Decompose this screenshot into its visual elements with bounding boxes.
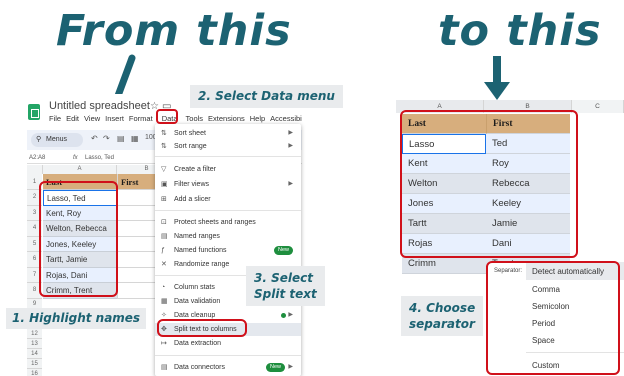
slicer-icon: ⊞ [161, 196, 167, 203]
menu-item-sort-range[interactable]: ⇅ Sort range ▶ [155, 140, 301, 153]
row-number[interactable]: 16 [27, 368, 42, 376]
menu-item-filter-views[interactable]: ▣ Filter views ▶ [155, 178, 301, 191]
menu-item-label: Column stats [174, 284, 215, 291]
row-number[interactable]: 12 [27, 328, 42, 339]
row-number[interactable]: 13 [27, 338, 42, 349]
step-2-callout: 2. Select Data menu [190, 85, 343, 108]
status-dot [281, 313, 286, 318]
menu-view[interactable]: View [84, 114, 100, 123]
sheets-logo-icon [28, 104, 40, 120]
menu-item-named-ranges[interactable]: ▤ Named ranges [155, 230, 301, 243]
redo-icon[interactable]: ↷ [103, 134, 110, 143]
step-3-callout: 3. Select Split text [246, 266, 325, 306]
menu-item-label: Data validation [174, 298, 221, 305]
column-header-blank [27, 165, 43, 174]
menu-item-label: Protect sheets and ranges [174, 219, 256, 226]
row-number[interactable]: 9 [27, 298, 42, 309]
lock-icon: ⊡ [161, 219, 167, 226]
chevron-right-icon: ▶ [288, 143, 293, 149]
cell-reference[interactable]: A2:A8 [29, 152, 45, 164]
menu-divider [155, 355, 301, 356]
menu-insert[interactable]: Insert [105, 114, 124, 123]
chevron-right-icon: ▶ [288, 364, 293, 370]
menu-item-label: Data connectors [174, 364, 225, 371]
function-icon: ƒ [161, 247, 165, 254]
filter-icon: ▽ [161, 166, 167, 173]
step-3-line-1: 3. Select [254, 271, 313, 285]
named-ranges-icon: ▤ [161, 233, 168, 240]
arrow-right [484, 56, 510, 100]
column-header-c[interactable]: C [572, 100, 624, 113]
chevron-right-icon: ▶ [288, 312, 293, 318]
print-icon[interactable]: ▤ [117, 134, 125, 143]
validation-icon: ▦ [161, 298, 168, 305]
paint-format-icon[interactable]: ▦ [131, 134, 139, 143]
fx-icon: fx [73, 155, 78, 161]
formula-value[interactable]: Lasso, Ted [85, 152, 114, 164]
highlight-names-outline [39, 181, 118, 297]
menu-item-protect-sheets[interactable]: ⊡ Protect sheets and ranges [155, 216, 301, 229]
menu-item-label: Filter views [174, 181, 210, 188]
menu-extensions[interactable]: Extensions [208, 114, 245, 123]
new-badge: New [273, 246, 293, 255]
highlight-separator-outline [486, 261, 620, 375]
new-badge: New [265, 363, 285, 372]
sort-range-icon: ⇅ [161, 143, 167, 150]
step-4-callout: 4. Choose separator [401, 296, 484, 336]
menu-item-label: Create a filter [174, 166, 217, 173]
column-header-a[interactable]: A [43, 165, 117, 174]
menu-item-label: Data cleanup [174, 312, 216, 319]
menu-edit[interactable]: Edit [66, 114, 79, 123]
highlight-split-text-outline [157, 319, 247, 337]
menu-item-data-connectors[interactable]: ▤ Data connectors New ▶ [155, 361, 301, 374]
to-this-heading: to this [438, 6, 602, 56]
highlight-data-menu-outline [156, 109, 178, 124]
menu-item-label: Named functions [174, 247, 227, 254]
menu-tools[interactable]: Tools [186, 114, 204, 123]
highlight-result-outline [400, 110, 578, 258]
menu-item-add-slicer[interactable]: ⊞ Add a slicer [155, 193, 301, 206]
row-number[interactable]: 15 [27, 358, 42, 369]
menu-item-label: Data extraction [174, 340, 222, 347]
menu-item-named-functions[interactable]: ƒ Named functions New [155, 244, 301, 257]
chevron-right-icon: ▶ [288, 130, 293, 136]
sort-icon: ⇅ [161, 130, 167, 137]
step-3-line-2: Split text [254, 287, 317, 301]
step-4-line-2: separator [409, 317, 475, 331]
menu-item-label: Sort sheet [174, 130, 206, 137]
menu-divider [155, 210, 301, 211]
menu-accessibility[interactable]: Accessibility [270, 114, 302, 123]
menu-item-label: Named ranges [174, 233, 220, 240]
menu-file[interactable]: File [49, 114, 61, 123]
menu-item-label: Sort range [174, 143, 207, 150]
chevron-right-icon: ▶ [288, 181, 293, 187]
menus-search-label: Menus [46, 136, 68, 143]
stats-icon: ◔ [161, 284, 166, 291]
row-number[interactable]: 14 [27, 348, 42, 359]
filter-views-icon: ▣ [161, 181, 168, 188]
menu-format[interactable]: Format [129, 114, 153, 123]
step-1-callout: 1. Highlight names [6, 308, 147, 329]
data-menu-dropdown: ⇅ Sort sheet ▶ ⇅ Sort range ▶ ▽ Create a filt… [155, 124, 301, 376]
menu-item-label: Randomize range [174, 261, 230, 268]
shuffle-icon: ✕ [161, 261, 167, 268]
menu-divider [155, 156, 301, 157]
menus-search[interactable]: ⚲ Menus [31, 133, 83, 147]
connectors-icon: ▤ [161, 364, 168, 371]
search-icon: ⚲ [36, 136, 42, 143]
undo-icon[interactable]: ↶ [91, 134, 98, 143]
doc-title[interactable]: Untitled spreadsheet [49, 100, 150, 112]
menu-help[interactable]: Help [250, 114, 265, 123]
menu-item-data-extraction[interactable]: ↦ Data extraction [155, 337, 301, 350]
menu-item-label: Add a slicer [174, 196, 211, 203]
extraction-icon: ↦ [161, 340, 167, 347]
menu-item-sort-sheet[interactable]: ⇅ Sort sheet ▶ [155, 127, 301, 140]
menu-item-create-filter[interactable]: ▽ Create a filter [155, 163, 301, 176]
step-4-line-1: 4. Choose [409, 301, 476, 315]
